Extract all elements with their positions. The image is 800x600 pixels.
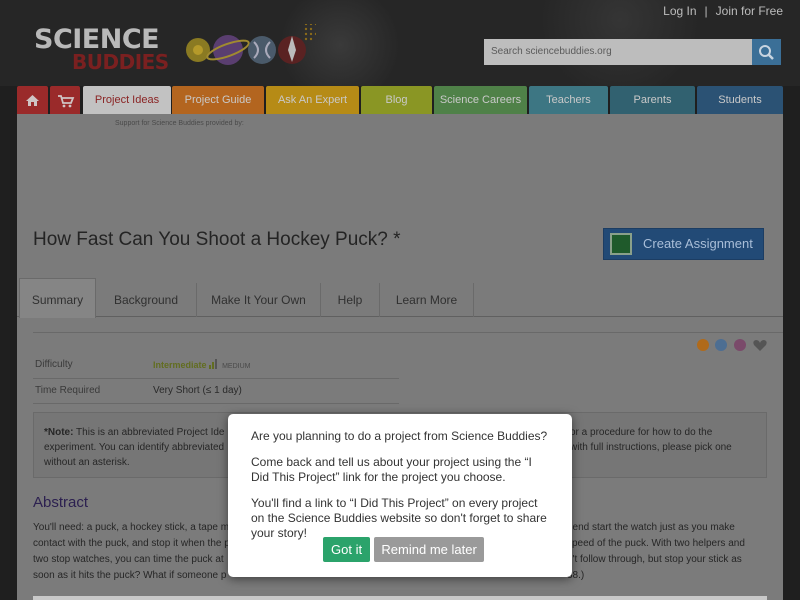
- difficulty-value: Intermediate MEDIUM: [153, 359, 250, 371]
- cart-tab[interactable]: [50, 86, 80, 114]
- modal-text-2: You'll find a link to “I Did This Projec…: [251, 496, 547, 540]
- modal-question: Are you planning to do a project from Sc…: [251, 429, 548, 443]
- nav-tab-project-ideas[interactable]: Project Ideas: [83, 86, 171, 114]
- modal-text-1: Come back and tell us about your project…: [251, 455, 532, 484]
- login-link[interactable]: Log In: [663, 4, 696, 18]
- share-icon[interactable]: [696, 338, 709, 351]
- print-icon[interactable]: [715, 338, 728, 351]
- tab-label: Make It Your Own: [211, 293, 306, 307]
- search-icon: [759, 45, 774, 60]
- email-icon[interactable]: [733, 338, 746, 351]
- tab-learn-more[interactable]: Learn More: [380, 283, 474, 317]
- share-icons: [695, 336, 768, 354]
- search-input[interactable]: Search sciencebuddies.org: [484, 39, 752, 65]
- tab-make-it-your-own[interactable]: Make It Your Own: [197, 283, 321, 317]
- create-assignment-label: Create Assignment: [643, 236, 753, 251]
- note-prefix: *Note:: [44, 427, 74, 438]
- time-required-label: Time Required: [35, 385, 101, 396]
- join-link[interactable]: Join for Free: [716, 4, 783, 18]
- nav-tab-label: Project Ideas: [94, 94, 160, 106]
- nav-tab-ask-an-expert[interactable]: Ask An Expert: [266, 86, 359, 114]
- sponsor-ad-area: Support for Science Buddies provided by:: [17, 114, 783, 212]
- search-button[interactable]: [752, 39, 781, 65]
- divider: [33, 378, 399, 379]
- auth-links: Log In | Join for Free: [663, 4, 783, 18]
- nav-tab-label: Science Careers: [439, 94, 522, 106]
- nav-tab-teachers[interactable]: Teachers: [529, 86, 608, 114]
- site-header: SCIENCE BUDDIES Log In | Join for Free Sea…: [0, 0, 800, 86]
- got-it-button[interactable]: Got it: [323, 537, 371, 562]
- science-buddies-logo[interactable]: SCIENCE BUDDIES: [34, 24, 316, 76]
- home-icon: [26, 95, 39, 106]
- note-text-1a: This is an abbreviated Project Ide: [73, 427, 225, 438]
- abstract-line: You'll need: a puck, a hockey stick, a t…: [33, 522, 230, 533]
- tab-help[interactable]: Help: [321, 283, 380, 317]
- tab-background[interactable]: Background: [96, 283, 197, 317]
- tab-label: Summary: [31, 293, 84, 307]
- tab-summary[interactable]: Summary: [19, 278, 96, 318]
- nav-tab-students[interactable]: Students: [697, 86, 783, 114]
- sponsor-text: Support for Science Buddies provided by:: [115, 120, 244, 127]
- google-classroom-icon: [610, 233, 632, 255]
- abstract-heading: Abstract: [33, 494, 89, 511]
- abstract-line: two stop watches, you can time the puck …: [33, 554, 224, 565]
- auth-separator: |: [704, 4, 708, 18]
- note-text-1b: or a procedure for how to do the: [570, 427, 713, 438]
- tab-label: Help: [337, 293, 363, 307]
- divider: [33, 403, 399, 404]
- nav-tab-label: Blog: [385, 94, 408, 106]
- divider: [33, 332, 783, 333]
- abstract-line: riend start the watch just as you make: [567, 522, 735, 533]
- nav-tab-project-guide[interactable]: Project Guide: [172, 86, 264, 114]
- nav-tab-label: Teachers: [546, 94, 591, 106]
- nav-tab-label: Parents: [633, 94, 672, 106]
- abstract-line: soon as it hits the puck? What if someon…: [33, 570, 227, 581]
- nav-tab-label: Ask An Expert: [277, 94, 348, 106]
- difficulty-level: Intermediate: [153, 360, 207, 370]
- time-required-value: Very Short (≤ 1 day): [153, 385, 242, 396]
- project-tabs: Summary Background Make It Your Own Help…: [17, 277, 783, 318]
- content-divider: [33, 596, 767, 600]
- nav-tab-blog[interactable]: Blog: [361, 86, 432, 114]
- abstract-line: contact with the puck, and stop it when …: [33, 538, 230, 549]
- note-text-2b: with full instructions, please pick one: [570, 442, 732, 453]
- difficulty-label: Difficulty: [35, 359, 73, 370]
- page-title: How Fast Can You Shoot a Hockey Puck? *: [33, 229, 401, 250]
- logo-science-icons: [186, 24, 316, 65]
- difficulty-sub: MEDIUM: [222, 363, 251, 370]
- nav-tab-label: Project Guide: [184, 94, 252, 106]
- nav-tab-science-careers[interactable]: Science Careers: [434, 86, 527, 114]
- abstract-line: speed of the puck. With two helpers and: [567, 538, 745, 549]
- home-tab[interactable]: [17, 86, 48, 114]
- cart-icon: [58, 95, 75, 108]
- tab-label: Background: [113, 293, 179, 307]
- nav-tab-parents[interactable]: Parents: [610, 86, 695, 114]
- i-did-this-project-modal: Are you planning to do a project from Sc…: [228, 414, 572, 577]
- main-nav: Project Ideas Project Guide Ask An Exper…: [17, 86, 783, 114]
- abstract-line: n't follow through, but stop your stick …: [567, 554, 742, 565]
- tab-label: Learn More: [395, 293, 458, 307]
- note-text-2a: experiment. You can identify abbreviated: [44, 442, 225, 453]
- remind-me-later-button[interactable]: Remind me later: [374, 537, 484, 562]
- nav-tab-label: Students: [718, 94, 762, 106]
- modal-buttons: Got it Remind me later: [323, 537, 484, 562]
- create-assignment-button[interactable]: Create Assignment: [603, 228, 764, 260]
- favorite-heart-icon[interactable]: [752, 338, 768, 352]
- difficulty-bars-icon: [209, 359, 218, 369]
